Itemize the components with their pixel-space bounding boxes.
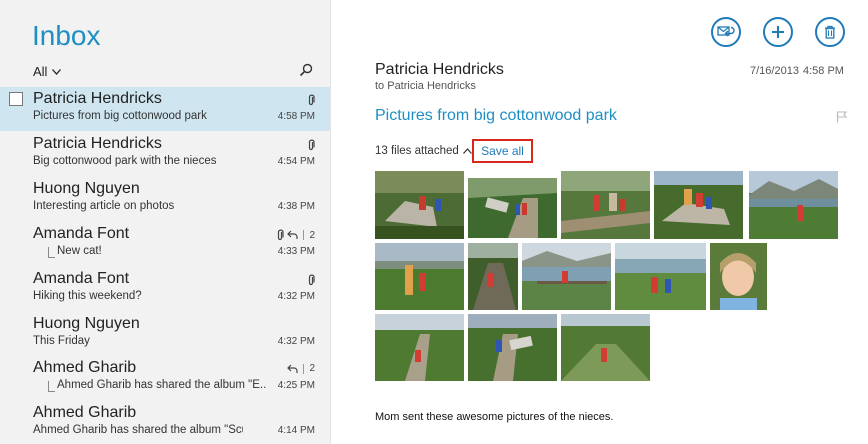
- thread-indicator: [48, 381, 55, 392]
- delete-button[interactable]: [815, 17, 845, 47]
- message-badges: [307, 94, 315, 106]
- new-message-button[interactable]: [763, 17, 793, 47]
- attachment-thumbnail[interactable]: [375, 171, 464, 239]
- message-item[interactable]: Ahmed Gharib Ahmed Gharib has shared the…: [0, 401, 330, 444]
- message-sender: Amanda Font: [33, 225, 130, 242]
- photo-image: [522, 243, 611, 310]
- paperclip-icon: [308, 139, 315, 151]
- message-subject: New cat!: [57, 245, 102, 257]
- message-badges: 2: [276, 229, 315, 241]
- message-sender: Patricia Hendricks: [33, 90, 162, 107]
- message-subject: Interesting article on photos: [33, 200, 175, 212]
- thread-count: 2: [309, 229, 315, 241]
- photo-image: [749, 171, 838, 239]
- attachments-count: 13 files attached: [375, 145, 459, 157]
- message-sender: Huong Nguyen: [33, 315, 140, 332]
- message-time: 4:58 PM: [803, 65, 844, 77]
- chevron-down-icon: [52, 68, 62, 75]
- message-time: 4:25 PM: [277, 380, 315, 391]
- message-sender: Huong Nguyen: [33, 180, 140, 197]
- message-time: 4:33 PM: [277, 246, 315, 257]
- message-subject: Ahmed Gharib has shared the album "E...: [57, 379, 267, 391]
- attachment-thumbnail[interactable]: [615, 243, 706, 310]
- attachment-thumbnail[interactable]: [375, 243, 464, 310]
- flag-icon[interactable]: [836, 111, 847, 123]
- message-sender: Ahmed Gharib: [33, 359, 137, 376]
- sender-name[interactable]: Patricia Hendricks: [375, 61, 504, 79]
- attachment-thumbnail[interactable]: [468, 243, 518, 310]
- message-item[interactable]: Huong Nguyen Interesting article on phot…: [0, 177, 330, 221]
- attachment-thumbnail[interactable]: [375, 314, 464, 381]
- photo-image: [375, 171, 464, 239]
- message-time: 4:32 PM: [277, 336, 315, 347]
- reply-icon: [287, 364, 299, 373]
- attachment-thumbnail[interactable]: [468, 314, 557, 381]
- message-item[interactable]: Patricia Hendricks Pictures from big cot…: [0, 87, 330, 131]
- message-subject: This Friday: [33, 335, 90, 347]
- attachment-thumbnail[interactable]: [654, 171, 743, 239]
- thread-indicator: [48, 247, 55, 258]
- paperclip-icon: [308, 274, 315, 286]
- message-time: 4:54 PM: [277, 156, 315, 167]
- reply-icon: [287, 230, 299, 239]
- message-subject: Ahmed Gharib has shared the album "Scuba…: [33, 424, 243, 436]
- message-body: Mom sent these awesome pictures of the n…: [375, 411, 614, 423]
- message-sender: Patricia Hendricks: [33, 135, 162, 152]
- message-time: 4:58 PM: [277, 111, 315, 122]
- photo-image: [615, 243, 706, 310]
- message-item[interactable]: Amanda Font Hiking this weekend? 4:32 PM: [0, 267, 330, 311]
- respond-button[interactable]: [711, 17, 741, 47]
- message-item[interactable]: Amanda Font New cat! 2 4:33 PM: [0, 222, 330, 266]
- chevron-up-icon: [462, 148, 472, 154]
- message-sender: Ahmed Gharib: [33, 404, 137, 421]
- search-icon[interactable]: [299, 63, 313, 77]
- photo-image: [468, 178, 557, 238]
- message-item[interactable]: Ahmed Gharib Ahmed Gharib has shared the…: [0, 356, 330, 400]
- photo-image: [561, 171, 650, 239]
- select-checkbox[interactable]: [9, 92, 23, 106]
- message-sender: Amanda Font: [33, 270, 130, 287]
- message-item[interactable]: Huong Nguyen This Friday 4:32 PM: [0, 312, 330, 356]
- message-time: 4:38 PM: [277, 201, 315, 212]
- message-time: 4:32 PM: [277, 291, 315, 302]
- photo-image: [561, 314, 650, 381]
- attachment-thumbnail[interactable]: [710, 243, 767, 310]
- plus-icon: [772, 26, 784, 38]
- recipient-line: to Patricia Hendricks: [375, 80, 476, 92]
- photo-image: [654, 171, 743, 239]
- message-badges: 2: [287, 363, 315, 374]
- message-subject: Big cottonwood park with the nieces: [33, 155, 217, 167]
- filter-dropdown[interactable]: All: [33, 64, 62, 79]
- paperclip-icon: [308, 94, 315, 106]
- thread-count: 2: [309, 363, 315, 374]
- message-subject-heading: Pictures from big cottonwood park: [375, 107, 617, 124]
- message-badges: [307, 274, 315, 286]
- attachments-toggle[interactable]: 13 files attached: [375, 145, 472, 157]
- message-list-pane: Inbox All Patricia Hendricks Pictures fr…: [0, 0, 331, 444]
- message-subject: Pictures from big cottonwood park: [33, 110, 207, 122]
- paperclip-icon: [278, 229, 285, 241]
- photo-image: [375, 314, 464, 381]
- attachment-thumbnail[interactable]: [468, 178, 557, 238]
- message-subject: Hiking this weekend?: [33, 290, 142, 302]
- message-badges: [307, 139, 315, 151]
- message-item[interactable]: Patricia Hendricks Big cottonwood park w…: [0, 132, 330, 176]
- respond-icon: [717, 26, 735, 37]
- attachment-thumbnail[interactable]: [561, 314, 650, 381]
- reading-pane: Patricia Hendricks to Patricia Hendricks…: [331, 0, 868, 444]
- photo-image: [375, 243, 464, 310]
- folder-title: Inbox: [32, 20, 101, 51]
- filter-label: All: [33, 64, 48, 79]
- save-all-button[interactable]: Save all: [472, 139, 533, 163]
- attachment-thumbnail[interactable]: [561, 171, 650, 239]
- photo-image: [710, 243, 767, 310]
- message-time: 4:14 PM: [277, 425, 315, 436]
- attachment-thumbnail[interactable]: [749, 171, 838, 239]
- trash-icon: [825, 25, 835, 39]
- photo-image: [468, 314, 557, 381]
- photo-image: [468, 243, 518, 310]
- message-date: 7/16/2013: [750, 65, 799, 77]
- attachment-thumbnail[interactable]: [522, 243, 611, 310]
